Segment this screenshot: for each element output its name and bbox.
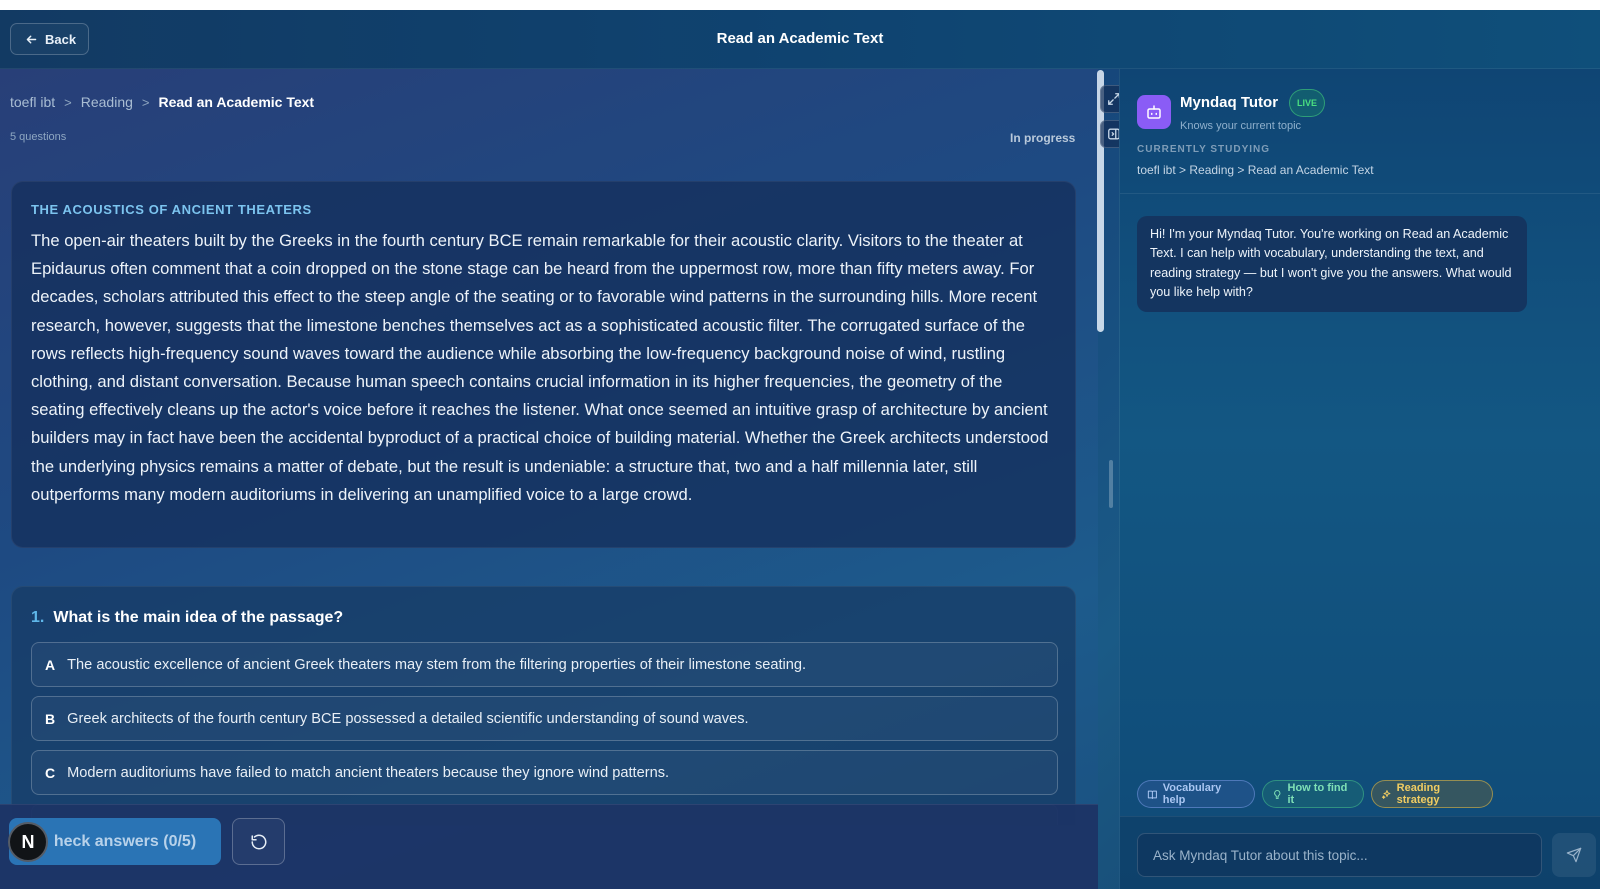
studying-label: CURRENTLY STUDYING (1137, 144, 1271, 155)
app-window: Back Read an Academic Text toefl ibt > R… (0, 10, 1600, 889)
ask-tutor-input[interactable] (1137, 833, 1542, 877)
studying-path: toefl ibt > Reading > Read an Academic T… (1137, 163, 1374, 177)
vocabulary-help-chip[interactable]: Vocabulary help (1137, 780, 1255, 808)
send-button[interactable] (1552, 833, 1596, 877)
breadcrumb: toefl ibt > Reading > Read an Academic T… (10, 94, 314, 110)
reset-button[interactable] (232, 818, 285, 865)
passage-text: The open-air theaters built by the Greek… (31, 231, 1049, 504)
bot-icon (1147, 105, 1161, 119)
how-to-find-chip[interactable]: How to find it (1262, 780, 1364, 808)
chip-label: How to find it (1287, 782, 1348, 806)
option-letter: A (45, 656, 56, 673)
sparkles-icon (1381, 789, 1391, 799)
option-letter: B (45, 710, 56, 727)
tutor-header: Myndaq Tutor LIVE Knows your current top… (1120, 69, 1600, 194)
live-badge: LIVE (1289, 89, 1325, 117)
lightbulb-icon (1274, 789, 1281, 799)
option-text: The acoustic excellence of ancient Greek… (67, 656, 807, 673)
tutor-name: Myndaq Tutor (1180, 94, 1279, 111)
question-title: 1. What is the main idea of the passage? (31, 609, 343, 627)
user-avatar[interactable]: N (8, 822, 48, 862)
progress-status: In progress (1010, 131, 1076, 145)
question-card: 1. What is the main idea of the passage?… (11, 586, 1076, 826)
question-count: 5 questions (10, 131, 67, 143)
breadcrumb-separator: > (141, 94, 150, 110)
top-bar: Back Read an Academic Text (0, 10, 1600, 69)
book-icon (1147, 790, 1157, 799)
answer-option-a[interactable]: A The acoustic excellence of ancient Gre… (31, 642, 1058, 687)
resize-handle[interactable] (1109, 460, 1113, 508)
action-bar: heck answers (0/5) N (0, 804, 1098, 889)
reading-pane: toefl ibt > Reading > Read an Academic T… (0, 69, 1104, 889)
question-text: What is the main idea of the passage? (53, 609, 344, 626)
option-text: Greek architects of the fourth century B… (67, 710, 749, 727)
breadcrumb-item-section[interactable]: Reading (81, 94, 133, 110)
send-icon (1566, 847, 1582, 863)
chip-label: Reading strategy (1396, 782, 1441, 806)
tutor-panel: Myndaq Tutor LIVE Knows your current top… (1119, 69, 1600, 889)
reading-strategy-chip[interactable]: Reading strategy (1371, 780, 1493, 808)
option-letter: C (45, 764, 56, 781)
answer-option-b[interactable]: B Greek architects of the fourth century… (31, 696, 1058, 741)
chat-input-bar (1120, 816, 1600, 889)
option-text: Modern auditoriums have failed to match … (67, 764, 670, 781)
passage-heading: THE ACOUSTICS OF ANCIENT THEATERS (31, 202, 312, 217)
tutor-subtitle: Knows your current topic (1180, 120, 1302, 132)
tutor-message: Hi! I'm your Myndaq Tutor. You're workin… (1137, 216, 1527, 312)
breadcrumb-separator: > (64, 94, 72, 110)
page-title: Read an Academic Text (716, 30, 884, 47)
question-number: 1. (31, 609, 45, 626)
chip-label: Vocabulary help (1162, 782, 1222, 806)
answer-option-c[interactable]: C Modern auditoriums have failed to matc… (31, 750, 1058, 795)
breadcrumb-item-current: Read an Academic Text (158, 94, 315, 110)
breadcrumb-item-exam[interactable]: toefl ibt (10, 94, 55, 110)
rotate-ccw-icon (251, 834, 266, 849)
passage-card: THE ACOUSTICS OF ANCIENT THEATERS The op… (11, 181, 1076, 548)
tutor-avatar (1137, 95, 1171, 129)
